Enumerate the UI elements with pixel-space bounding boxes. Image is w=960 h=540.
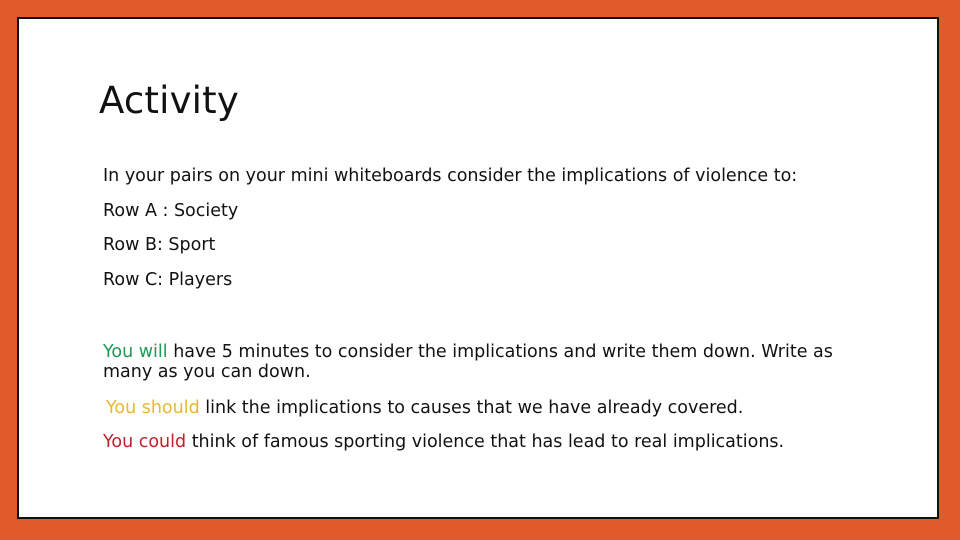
- task-will-rest: have 5 minutes to consider the implicati…: [103, 342, 833, 382]
- row-a-text: Row A : Society: [103, 201, 239, 221]
- row-b-text: Row B: Sport: [103, 235, 216, 255]
- task-should-rest: link the implications to causes that we …: [199, 398, 744, 418]
- task-could-rest: think of famous sporting violence that h…: [186, 432, 785, 452]
- task-should-lead: You should: [106, 398, 200, 418]
- row-c-text: Row C: Players: [103, 270, 233, 290]
- task-should: You should link the implications to caus…: [106, 398, 743, 418]
- slide-title: Activity: [99, 79, 239, 122]
- task-could-lead: You could: [103, 432, 187, 452]
- task-could: You could think of famous sporting viole…: [103, 432, 784, 452]
- intro-text: In your pairs on your mini whiteboards c…: [103, 166, 798, 186]
- task-will: You will have 5 minutes to consider the …: [103, 342, 863, 382]
- slide: Activity In your pairs on your mini whit…: [17, 17, 939, 519]
- task-will-lead: You will: [103, 342, 168, 362]
